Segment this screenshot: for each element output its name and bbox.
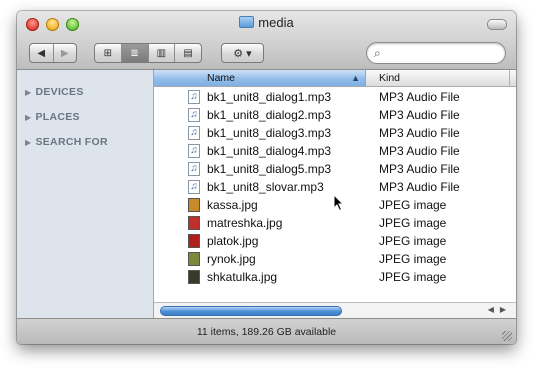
file-row[interactable]: ♫ bk1_unit8_dialog4.mp3 MP3 Audio File: [154, 142, 516, 160]
file-kind: MP3 Audio File: [379, 90, 460, 104]
gear-icon: ⚙ ▾: [233, 47, 252, 60]
file-name: bk1_unit8_dialog2.mp3: [207, 108, 332, 122]
file-kind: JPEG image: [379, 216, 447, 230]
file-name: bk1_unit8_dialog5.mp3: [207, 162, 332, 176]
coverflow-view-icon: ▤: [183, 47, 193, 59]
file-row[interactable]: platok.jpg JPEG image: [154, 232, 516, 250]
action-menu-button[interactable]: ⚙ ▾: [221, 43, 264, 63]
file-kind: JPEG image: [379, 252, 447, 266]
sort-ascending-icon: ▲: [351, 73, 360, 83]
back-arrow-icon: ◀: [37, 47, 46, 59]
icon-view-button[interactable]: ⊞: [95, 44, 121, 62]
image-file-icon: [188, 252, 200, 266]
audio-file-icon: ♫: [188, 108, 200, 122]
audio-file-icon: ♫: [188, 126, 200, 140]
file-kind: MP3 Audio File: [379, 144, 460, 158]
file-name: matreshka.jpg: [207, 216, 283, 230]
title-toolbar: media ◀ ▶ ⊞ ≣ ▥ ▤ ⚙ ▾ ⌕: [17, 11, 516, 70]
file-row[interactable]: ♫ bk1_unit8_dialog3.mp3 MP3 Audio File: [154, 124, 516, 142]
scroll-arrows-icon[interactable]: ◀▶: [488, 305, 512, 314]
window-title: media: [17, 15, 516, 30]
image-file-icon: [188, 216, 200, 230]
list-view-button[interactable]: ≣: [120, 44, 148, 62]
search-field[interactable]: ⌕: [366, 42, 506, 64]
file-row[interactable]: ♫ bk1_unit8_dialog5.mp3 MP3 Audio File: [154, 160, 516, 178]
disclosure-triangle-icon[interactable]: ▶: [25, 88, 31, 97]
sidebar-section-devices[interactable]: ▶ DEVICES: [25, 86, 84, 98]
coverflow-view-button[interactable]: ▤: [174, 44, 201, 62]
audio-file-icon: ♫: [188, 144, 200, 158]
file-name: rynok.jpg: [207, 252, 256, 266]
file-kind: MP3 Audio File: [379, 180, 460, 194]
file-kind: MP3 Audio File: [379, 126, 460, 140]
column-header: Name ▲ Kind: [154, 70, 516, 87]
file-name: bk1_unit8_dialog4.mp3: [207, 144, 332, 158]
kind-column-label: Kind: [379, 72, 401, 84]
file-row[interactable]: rynok.jpg JPEG image: [154, 250, 516, 268]
horizontal-scrollbar[interactable]: ◀▶: [154, 302, 516, 319]
image-file-icon: [188, 198, 200, 212]
file-kind: MP3 Audio File: [379, 108, 460, 122]
sidebar-section-label: DEVICES: [35, 86, 84, 98]
audio-file-icon: ♫: [188, 162, 200, 176]
status-text: 11 items, 189.26 GB available: [196, 326, 337, 338]
list-view-icon: ≣: [130, 47, 139, 59]
file-row[interactable]: ♫ bk1_unit8_dialog2.mp3 MP3 Audio File: [154, 106, 516, 124]
finder-window: media ◀ ▶ ⊞ ≣ ▥ ▤ ⚙ ▾ ⌕ ▶ DEVICES ▶ PLACES…: [17, 11, 516, 344]
mouse-pointer-icon: [333, 194, 345, 212]
column-divider: [509, 70, 510, 86]
window-title-text: media: [258, 15, 294, 30]
resize-grip-icon[interactable]: [502, 331, 512, 341]
image-file-icon: [188, 234, 200, 248]
toolbar-toggle-button[interactable]: [487, 19, 507, 30]
search-icon: ⌕: [374, 46, 381, 60]
back-forward-group: ◀ ▶: [29, 43, 77, 63]
forward-button[interactable]: ▶: [52, 44, 77, 62]
disclosure-triangle-icon[interactable]: ▶: [25, 138, 31, 147]
file-name: platok.jpg: [207, 234, 259, 248]
file-kind: JPEG image: [379, 198, 447, 212]
file-kind: MP3 Audio File: [379, 162, 460, 176]
file-name: shkatulka.jpg: [207, 270, 278, 284]
file-row[interactable]: ♫ bk1_unit8_dialog1.mp3 MP3 Audio File: [154, 88, 516, 106]
disclosure-triangle-icon[interactable]: ▶: [25, 113, 31, 122]
sidebar-section-places[interactable]: ▶ PLACES: [25, 111, 80, 123]
folder-icon: [239, 16, 255, 28]
back-button[interactable]: ◀: [30, 44, 53, 62]
audio-file-icon: ♫: [188, 90, 200, 104]
status-bar: 11 items, 189.26 GB available: [17, 318, 516, 344]
name-column-header[interactable]: Name ▲: [154, 70, 366, 86]
kind-column-header[interactable]: Kind: [379, 70, 400, 86]
sidebar-section-label: PLACES: [35, 111, 80, 123]
icon-view-icon: ⊞: [103, 47, 113, 59]
audio-file-icon: ♫: [188, 180, 200, 194]
file-name: kassa.jpg: [207, 198, 258, 212]
file-kind: JPEG image: [379, 234, 447, 248]
column-view-icon: ▥: [156, 47, 167, 59]
sidebar: ▶ DEVICES ▶ PLACES ▶ SEARCH FOR: [17, 70, 154, 318]
file-kind: JPEG image: [379, 270, 447, 284]
file-name: bk1_unit8_dialog3.mp3: [207, 126, 332, 140]
scrollbar-thumb[interactable]: [160, 306, 342, 316]
sidebar-section-search-for[interactable]: ▶ SEARCH FOR: [25, 136, 108, 148]
name-column-label: Name: [207, 72, 236, 84]
sidebar-section-label: SEARCH FOR: [35, 136, 108, 148]
file-name: bk1_unit8_slovar.mp3: [207, 180, 324, 194]
file-row[interactable]: shkatulka.jpg JPEG image: [154, 268, 516, 286]
view-mode-group: ⊞ ≣ ▥ ▤: [94, 43, 202, 63]
file-name: bk1_unit8_dialog1.mp3: [207, 90, 332, 104]
forward-arrow-icon: ▶: [60, 47, 69, 59]
file-row[interactable]: matreshka.jpg JPEG image: [154, 214, 516, 232]
search-input[interactable]: [389, 45, 503, 61]
image-file-icon: [188, 270, 200, 284]
column-view-button[interactable]: ▥: [147, 44, 175, 62]
